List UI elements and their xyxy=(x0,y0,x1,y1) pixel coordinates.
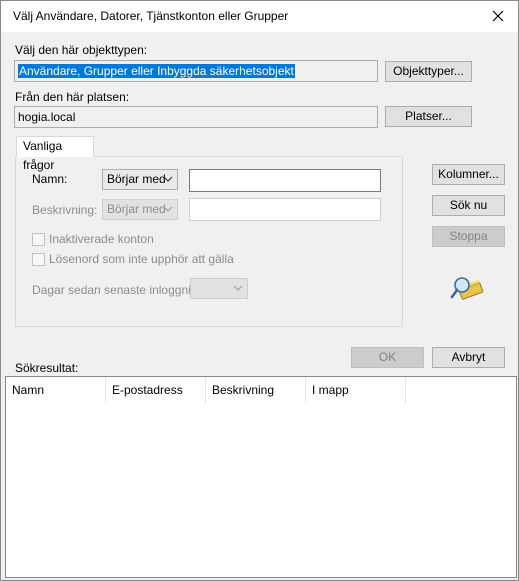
name-input[interactable] xyxy=(189,169,381,192)
dialog-window: Välj Användare, Datorer, Tjänstkonton el… xyxy=(0,0,519,581)
column-header-name[interactable]: Namn xyxy=(6,377,106,403)
close-button[interactable] xyxy=(484,3,512,29)
column-header-folder[interactable]: I mapp xyxy=(306,377,406,403)
object-type-value: Användare, Grupper eller Inbyggda säkerh… xyxy=(18,64,295,78)
cancel-button[interactable]: Avbryt xyxy=(432,347,505,368)
column-header-description[interactable]: Beskrivning xyxy=(206,377,306,403)
ok-button: OK xyxy=(351,347,424,368)
title-bar: Välj Användare, Datorer, Tjänstkonton el… xyxy=(1,1,518,32)
close-icon xyxy=(492,10,504,22)
column-header-email[interactable]: E-postadress xyxy=(106,377,206,403)
location-field: hogia.local xyxy=(14,106,378,128)
search-magnifier-icon xyxy=(450,277,484,300)
chevron-down-icon xyxy=(163,206,173,212)
description-label: Beskrivning: xyxy=(32,203,98,217)
stop-button: Stoppa xyxy=(432,226,505,247)
window-title: Välj Användare, Datorer, Tjänstkonton el… xyxy=(13,9,289,23)
days-since-login-label: Dagar sedan senaste inloggning: xyxy=(32,283,208,297)
description-mode-value: Börjar med xyxy=(107,202,166,216)
tab-common-queries[interactable]: Vanliga frågor xyxy=(16,136,94,172)
object-types-button[interactable]: Objekttyper... xyxy=(385,61,472,82)
chevron-down-icon xyxy=(163,176,173,182)
search-results-table[interactable]: Namn E-postadress Beskrivning I mapp xyxy=(5,376,517,578)
locations-button[interactable]: Platser... xyxy=(385,106,472,127)
description-input xyxy=(189,198,381,221)
search-now-button[interactable]: Sök nu xyxy=(432,195,505,216)
object-type-label: Välj den här objekttypen: xyxy=(15,43,148,57)
disabled-accounts-label: Inaktiverade konton xyxy=(49,232,154,246)
description-mode-select: Börjar med xyxy=(102,199,178,220)
columns-button[interactable]: Kolumner... xyxy=(432,164,505,185)
search-results-label: Sökresultat: xyxy=(15,361,79,375)
common-queries-panel: Namn: Börjar med Beskrivning: Börjar med… xyxy=(15,156,403,327)
non-expiring-password-label: Lösenord som inte upphör att gälla xyxy=(49,252,234,266)
name-mode-select[interactable]: Börjar med xyxy=(102,169,178,190)
disabled-accounts-checkbox xyxy=(32,233,45,246)
chevron-down-icon xyxy=(233,285,243,291)
name-mode-value: Börjar med xyxy=(107,172,166,186)
non-expiring-password-checkbox xyxy=(32,253,45,266)
object-type-field[interactable]: Användare, Grupper eller Inbyggda säkerh… xyxy=(14,60,378,82)
days-since-login-select xyxy=(190,278,248,299)
location-label: Från den här platsen: xyxy=(15,90,130,104)
location-value: hogia.local xyxy=(18,110,76,124)
